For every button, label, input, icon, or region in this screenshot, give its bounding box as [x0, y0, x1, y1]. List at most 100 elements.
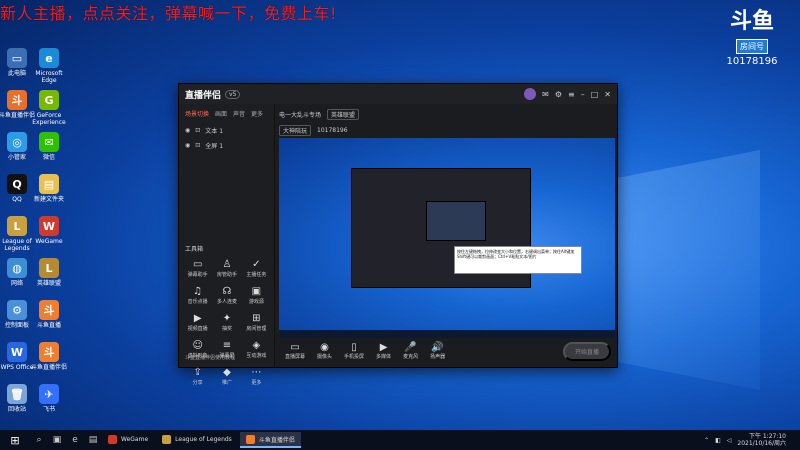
start-live-button[interactable]: 开始直播 — [562, 341, 611, 361]
app-icon: ✉ — [39, 132, 59, 152]
tools-title: 工具箱 — [185, 246, 204, 253]
desktop-icon[interactable]: L 英雄联盟 — [27, 258, 71, 287]
taskbar-app-label: 斗鱼直播伴侣 — [258, 436, 295, 444]
lock-icon[interactable]: ⊡ — [195, 127, 200, 134]
tab-picture[interactable]: 画面 — [215, 109, 227, 118]
room-category[interactable]: 英雄联盟 — [327, 109, 360, 120]
tool-button[interactable]: ▣ 游戏源 — [242, 286, 271, 305]
tool-button[interactable]: ✓ 主播任务 — [242, 259, 271, 278]
control-label: 麦克风 — [403, 354, 419, 360]
app-icon: ✈ — [39, 384, 59, 404]
desktop-icon[interactable]: ✈ 飞书 — [27, 384, 71, 413]
minimize-icon[interactable]: – — [581, 90, 585, 99]
tool-icon: ✓ — [252, 259, 261, 270]
desktop-icon[interactable]: 斗斗鱼直播 — [27, 300, 71, 329]
scene-tabs: 场景切换 画面 声音 更多 — [179, 104, 274, 123]
scene-item-fullscreen[interactable]: ◉ ⊡ 全屏 1 — [179, 138, 274, 153]
tool-icon: ▶ — [193, 313, 202, 324]
scene-item-text[interactable]: ◉ ⊡ 文本 1 — [179, 123, 274, 138]
edge-icon[interactable]: e — [66, 435, 84, 445]
tool-button[interactable]: ⋯ 更多 — [242, 367, 271, 386]
desktop-icon[interactable]: G GeForce Experience — [27, 90, 71, 126]
window-controls: ✉ ⚙ ≡ – □ ✕ — [524, 88, 611, 100]
taskbar-app[interactable]: League of Legends — [156, 432, 238, 448]
tool-button[interactable]: ◈ 互动游戏 — [242, 340, 271, 359]
room-header: 电一大乱斗专场 英雄联盟 大神陪玩 10178196 — [279, 106, 613, 138]
control-button[interactable]: ▶ 多媒体 — [376, 342, 391, 360]
settings-icon[interactable]: ⚙ — [555, 90, 562, 99]
lock-icon[interactable]: ⊡ — [195, 142, 200, 149]
tool-button[interactable]: ◆ 推广 — [212, 367, 241, 386]
windows-start-icon[interactable]: ⊞ — [0, 434, 30, 447]
tool-button[interactable]: ☊ 多人连麦 — [212, 286, 241, 305]
desktop-icon[interactable]: ✉ 微信 — [27, 132, 71, 161]
app-icon: ◎ — [7, 132, 27, 152]
tab-scene-switch[interactable]: 场景切换 — [185, 109, 209, 118]
app-icon — [245, 434, 255, 444]
network-icon[interactable]: ◧ — [715, 437, 721, 444]
app-icon: e — [39, 48, 59, 68]
task-view-icon[interactable]: ▣ — [48, 435, 66, 445]
control-icon: 🎤 — [404, 342, 417, 353]
tool-label: 更多 — [251, 380, 262, 386]
windows-taskbar: ⊞ ⌕ ▣ e ▤ WeGame League of Legends 斗鱼直播伴侣 … — [0, 430, 800, 450]
message-icon[interactable]: ✉ — [542, 90, 549, 99]
system-tray: ⌃ ◧ ◁ 下午 1:27:10 2021/10/16/周六 — [704, 433, 800, 447]
room-title[interactable]: 电一大乱斗专场 — [279, 110, 321, 119]
tool-button[interactable]: ▭ 弹幕助手 — [183, 259, 212, 278]
control-button[interactable]: 🔊 扬声器 — [430, 342, 445, 360]
tab-more[interactable]: 更多 — [251, 109, 263, 118]
tool-icon: ⇪ — [193, 367, 202, 378]
app-icon — [108, 434, 117, 444]
app-icon: Q — [7, 174, 27, 194]
desktop-icon[interactable]: 斗斗鱼直播伴侣 — [27, 342, 71, 371]
tool-button[interactable]: ⇪ 分享 — [183, 367, 212, 386]
tutorial-link[interactable]: 斗鱼直播伴侣使用教程 — [185, 354, 235, 361]
tool-button[interactable]: ⊞ 房间管理 — [242, 313, 271, 332]
tool-icon: ⊞ — [252, 313, 261, 324]
eye-icon[interactable]: ◉ — [185, 142, 190, 149]
control-button[interactable]: ▯ 手机投屏 — [344, 342, 364, 360]
left-panel: 场景切换 画面 声音 更多 ◉ ⊡ 文本 1 ◉ ⊡ 全屏 1 工具箱 ▭ 弹幕助… — [179, 104, 275, 386]
desktop-icon[interactable]: ▤ 新建文件夹 — [27, 174, 71, 203]
tool-label: 推广 — [221, 380, 232, 386]
control-button[interactable]: 🎤 麦克风 — [403, 342, 418, 360]
tool-button[interactable]: ♫ 音乐点播 — [183, 286, 212, 305]
tool-icon: ◆ — [223, 367, 231, 378]
taskbar-app[interactable]: WeGame — [102, 432, 154, 448]
tool-button[interactable]: ▶ 视频直播 — [183, 313, 212, 332]
tool-label: 互动游戏 — [246, 353, 267, 359]
control-button[interactable]: ▭ 直播屏幕 — [285, 342, 305, 360]
titlebar: 直播伴侣 v5 ✉ ⚙ ≡ – □ ✕ — [179, 84, 617, 104]
tool-icon: ▣ — [251, 286, 262, 297]
app-icon: G — [39, 90, 59, 110]
search-icon[interactable]: ⌕ — [30, 435, 48, 445]
tool-button[interactable]: ✦ 抽奖 — [212, 313, 241, 332]
stream-preview[interactable]: 按住左键拖拽，拉伸改变大小和位置，右键调出菜单；按住Alt键加Shift键可以裁… — [279, 138, 615, 338]
app-icon: 斗 — [39, 342, 59, 362]
maximize-icon[interactable]: □ — [591, 90, 599, 99]
app-icon: 🗑 — [7, 384, 27, 404]
tool-label: 分享 — [192, 380, 203, 386]
tool-button[interactable]: ♙ 房管助手 — [212, 259, 241, 278]
tool-label: 房间管理 — [246, 326, 267, 332]
close-icon[interactable]: ✕ — [604, 90, 611, 99]
tab-sound[interactable]: 声音 — [233, 109, 245, 118]
taskbar-app[interactable]: 斗鱼直播伴侣 — [239, 432, 301, 448]
tool-icon: ☊ — [222, 286, 232, 297]
room-badge: 斗鱼 房间号 10178196 — [722, 10, 782, 68]
avatar[interactable] — [524, 88, 537, 100]
desktop-icon[interactable]: W WeGame — [27, 216, 71, 245]
volume-icon[interactable]: ◁ — [727, 437, 732, 444]
room-tag[interactable]: 大神陪玩 — [279, 125, 312, 136]
tool-icon: ◈ — [252, 340, 261, 351]
eye-icon[interactable]: ◉ — [185, 127, 190, 134]
menu-icon[interactable]: ≡ — [568, 90, 575, 99]
control-label: 手机投屏 — [344, 354, 365, 360]
chevron-up-icon[interactable]: ⌃ — [704, 437, 709, 444]
explorer-icon[interactable]: ▤ — [84, 435, 102, 445]
taskbar-app-label: League of Legends — [175, 435, 232, 443]
clock[interactable]: 下午 1:27:10 2021/10/16/周六 — [737, 433, 786, 447]
desktop-icon[interactable]: e Microsoft Edge — [27, 48, 71, 84]
control-button[interactable]: ◉ 摄像头 — [317, 342, 332, 360]
